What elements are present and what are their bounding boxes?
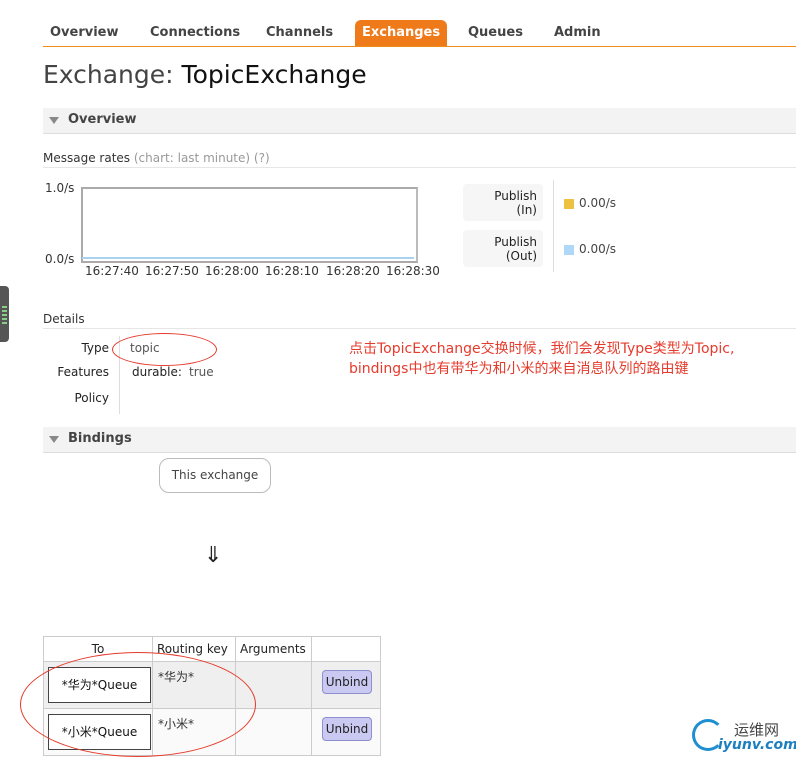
publish-out-rate: 0.00/s [579,242,617,256]
tab-channels[interactable]: Channels [259,20,340,46]
y-axis-min: 0.0/s [45,252,75,266]
publish-out-label-2: (Out) [505,249,537,263]
publish-in-rate: 0.00/s [579,196,617,210]
divider [553,180,554,272]
page-title: Exchange: TopicExchange [43,60,367,89]
publish-in-label-1: Publish [494,189,537,203]
tab-connections[interactable]: Connections [143,20,247,46]
overview-section-label: Overview [68,112,137,127]
divider [43,167,796,168]
type-label: Type [81,341,109,355]
site-watermark-logo: 运维网 iyunv.com [692,715,796,760]
x-tick: 16:28:30 [386,264,440,278]
publish-out-toggle[interactable]: Publish (Out) [463,230,543,267]
publish-out-label-1: Publish [494,235,537,249]
details-heading: Details [43,312,85,326]
tab-exchanges[interactable]: Exchanges [355,20,448,46]
features-key: durable: [132,365,182,379]
column-header-arguments: Arguments [235,636,312,662]
tab-overview[interactable]: Overview [43,20,126,46]
tab-queues[interactable]: Queues [461,20,530,46]
bindings-section-label: Bindings [68,431,132,446]
collapse-triangle-icon [49,436,59,443]
message-rates-heading: Message rates (chart: last minute) (?) [43,151,270,165]
chart-series-line [82,257,414,259]
side-feedback-tab[interactable] [0,286,9,342]
bindings-section-toggle[interactable]: Bindings [43,427,796,453]
legend-swatch-out [564,245,574,255]
policy-label: Policy [74,391,109,405]
collapse-triangle-icon [49,117,59,124]
watermark-en: iyunv.com [718,737,796,753]
x-tick: 16:27:50 [145,264,199,278]
help-link[interactable]: (?) [254,151,270,165]
legend-swatch-in [564,199,574,209]
publish-in-toggle[interactable]: Publish (In) [463,184,543,221]
action-cell: Unbind [311,708,381,756]
unbind-button[interactable]: Unbind [322,670,372,694]
features-label: Features [57,365,109,379]
annotation-line-1: 点击TopicExchange交换时候，我们会发现Type类型为Topic, [349,341,735,357]
this-exchange-box: This exchange [159,458,271,493]
column-header-actions [311,636,381,662]
action-cell: Unbind [311,661,381,709]
top-nav: Overview Connections Channels Exchanges … [43,20,796,47]
chart-range-link[interactable]: (chart: last minute) [134,151,250,165]
x-tick: 16:28:00 [205,264,259,278]
unbind-button[interactable]: Unbind [322,717,372,741]
divider [43,328,796,329]
y-axis-max: 1.0/s [45,181,75,195]
publish-in-label-2: (In) [516,203,537,217]
exchange-name: TopicExchange [181,60,367,89]
message-rate-chart [81,187,418,263]
overview-section-toggle[interactable]: Overview [43,108,796,134]
x-tick: 16:27:40 [85,264,139,278]
annotation-circle-type [112,333,217,366]
annotation-circle-bindings [20,652,256,757]
tab-admin[interactable]: Admin [547,20,608,46]
message-rates-label: Message rates [43,151,131,165]
x-tick: 16:28:20 [326,264,380,278]
features-value: true [189,365,214,379]
annotation-note: 点击TopicExchange交换时候，我们会发现Type类型为Topic, b… [349,339,789,379]
down-arrow-icon: ⇓ [204,543,223,568]
page-title-prefix: Exchange: [43,60,174,89]
annotation-line-2: bindings中也有带华为和小米的来自消息队列的路由键 [349,361,689,377]
x-tick: 16:28:10 [265,264,319,278]
